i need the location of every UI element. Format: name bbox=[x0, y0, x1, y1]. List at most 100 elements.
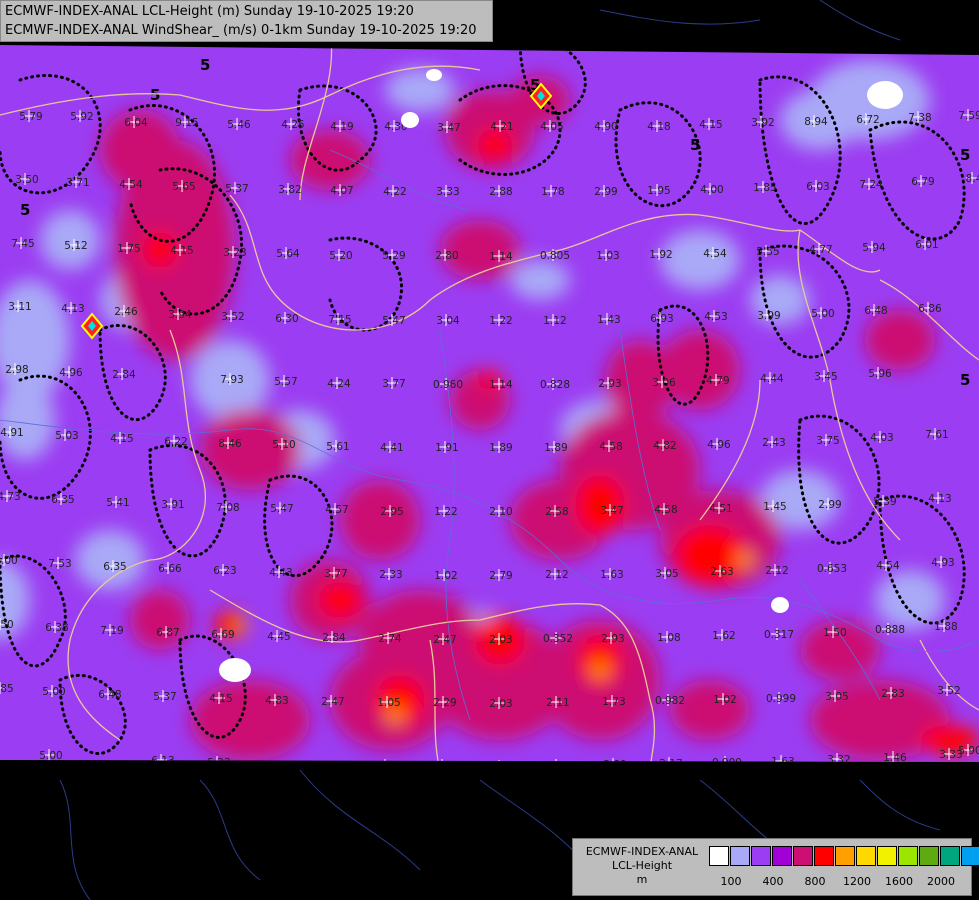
station-value: 7.45 bbox=[11, 238, 34, 250]
station-value: 3.75 bbox=[816, 435, 839, 447]
station-value: 6.30 bbox=[275, 313, 298, 325]
station-value: 1.14 bbox=[489, 251, 513, 263]
station-value: 5.47 bbox=[382, 315, 405, 327]
station-value: 2.12 bbox=[545, 569, 568, 581]
station-value: 2.84 bbox=[322, 632, 346, 644]
station-value: 3.77 bbox=[382, 378, 405, 390]
station-value: 3.91 bbox=[161, 499, 184, 511]
station-value: 2.98 bbox=[5, 364, 28, 376]
station-value: 0.805 bbox=[540, 250, 570, 262]
station-value: 4.93 bbox=[931, 557, 954, 569]
station-value: 6.35 bbox=[103, 561, 126, 573]
station-value: 1.02 bbox=[713, 694, 736, 706]
station-value: 5.39 bbox=[873, 496, 896, 508]
station-value: 4.96 bbox=[59, 367, 83, 379]
station-value: 5.03 bbox=[55, 430, 78, 442]
station-value: 5.55 bbox=[756, 246, 779, 258]
station-value: 1.75 bbox=[117, 243, 140, 255]
station-value: 4.25 bbox=[281, 119, 304, 131]
contour-label: 5 bbox=[960, 146, 970, 164]
station-value: 1.22 bbox=[434, 506, 457, 518]
station-value: 1.88 bbox=[934, 621, 957, 633]
lcl-field-blob bbox=[865, 310, 935, 370]
station-value: 4.53 bbox=[704, 311, 727, 323]
station-value: 4.85 bbox=[0, 683, 14, 695]
station-value: 1.91 bbox=[435, 442, 458, 454]
station-value: 4.13 bbox=[928, 493, 951, 505]
station-value: 5.90 bbox=[958, 745, 979, 757]
lcl-field-blob bbox=[234, 619, 246, 631]
legend-swatches bbox=[709, 846, 979, 866]
station-value: 2.74 bbox=[378, 633, 402, 645]
station-value: 0.317 bbox=[764, 629, 794, 641]
station-value: 3.77 bbox=[324, 568, 347, 580]
station-value: 4.05 bbox=[540, 121, 563, 133]
station-value: 1.45 bbox=[763, 501, 786, 513]
legend-swatch bbox=[709, 846, 729, 866]
station-value: 2.95 bbox=[380, 506, 403, 518]
station-value: 4.41 bbox=[380, 442, 403, 454]
station-value: 6.22 bbox=[164, 436, 187, 448]
station-value: 4.57 bbox=[325, 504, 348, 516]
station-value: 1.22 bbox=[489, 315, 512, 327]
station-value: 3.06 bbox=[652, 377, 676, 389]
station-value: 5.61 bbox=[326, 441, 349, 453]
color-legend: ECMWF-INDEX-ANAL LCL-Height m 100 400 800 1… bbox=[572, 838, 979, 896]
station-value: 5.20 bbox=[329, 250, 352, 262]
station-value: 3.04 bbox=[436, 315, 460, 327]
station-value: 5.64 bbox=[276, 248, 300, 260]
station-value: 4.07 bbox=[330, 185, 353, 197]
header-title-lcl: ECMWF-INDEX-ANAL LCL-Height (m) Sunday 1… bbox=[5, 4, 414, 19]
lcl-field-blob bbox=[737, 552, 753, 568]
station-value: 4.15 bbox=[110, 433, 133, 445]
station-value: 5.47 bbox=[270, 503, 293, 515]
station-value: 1.85 bbox=[753, 182, 776, 194]
station-value: 6.69 bbox=[211, 629, 234, 641]
station-value: 6.03 bbox=[806, 181, 829, 193]
legend-ticks: 100 400 800 1200 1600 2000 bbox=[709, 875, 969, 889]
station-value: 0.352 bbox=[543, 633, 573, 645]
station-value: 5.96 bbox=[868, 368, 892, 380]
station-value: 6.23 bbox=[213, 565, 236, 577]
station-value: 4.21 bbox=[490, 121, 513, 133]
station-value: 4.15 bbox=[170, 245, 193, 257]
station-value: 1.73 bbox=[602, 696, 625, 708]
lcl-low-patch bbox=[401, 112, 419, 128]
station-value: 1.12 bbox=[543, 315, 566, 327]
station-value: 7.08 bbox=[216, 502, 239, 514]
station-value: 5.00 bbox=[42, 686, 65, 698]
legend-swatch bbox=[772, 846, 792, 866]
station-value: 6.00 bbox=[0, 555, 18, 567]
legend-tick-label: 1600 bbox=[885, 875, 913, 888]
station-value: 2.93 bbox=[601, 633, 624, 645]
station-value: 4.00 bbox=[700, 184, 723, 196]
lcl-field-blob bbox=[670, 680, 750, 740]
station-value: 2.11 bbox=[546, 697, 569, 709]
legend-tick-label: 400 bbox=[762, 875, 784, 888]
station-value: 3.50 bbox=[15, 174, 38, 186]
station-value: 4.79 bbox=[706, 375, 729, 387]
station-value: 3.99 bbox=[757, 310, 780, 322]
station-value: 0.828 bbox=[540, 379, 570, 391]
station-value: 0.960 bbox=[433, 379, 463, 391]
station-value: 5.37 bbox=[153, 691, 176, 703]
legend-title-variable: LCL-Height bbox=[611, 859, 673, 872]
station-value: 5.94 bbox=[862, 242, 886, 254]
station-value: 7.24 bbox=[859, 179, 883, 191]
station-value: 5.41 bbox=[106, 497, 129, 509]
station-value: 8.4 bbox=[966, 173, 979, 185]
station-value: 9.15 bbox=[175, 117, 198, 129]
station-value: 7.15 bbox=[328, 314, 351, 326]
station-value: 4.83 bbox=[265, 695, 288, 707]
station-value: 7.19 bbox=[100, 625, 123, 637]
station-value: 3.52 bbox=[221, 311, 244, 323]
station-value: 6.93 bbox=[650, 313, 673, 325]
station-value: 6.66 bbox=[158, 563, 182, 575]
station-value: 0.982 bbox=[655, 695, 685, 707]
contour-label: 5 bbox=[150, 86, 160, 104]
contour-label: 5 bbox=[20, 201, 30, 219]
header-title-windshear: ECMWF-INDEX-ANAL WindShear_ (m/s) 0-1km … bbox=[5, 23, 477, 38]
station-value: 4.96 bbox=[707, 439, 731, 451]
station-value: 4.54 bbox=[703, 248, 727, 260]
lcl-field-blob bbox=[190, 680, 310, 760]
